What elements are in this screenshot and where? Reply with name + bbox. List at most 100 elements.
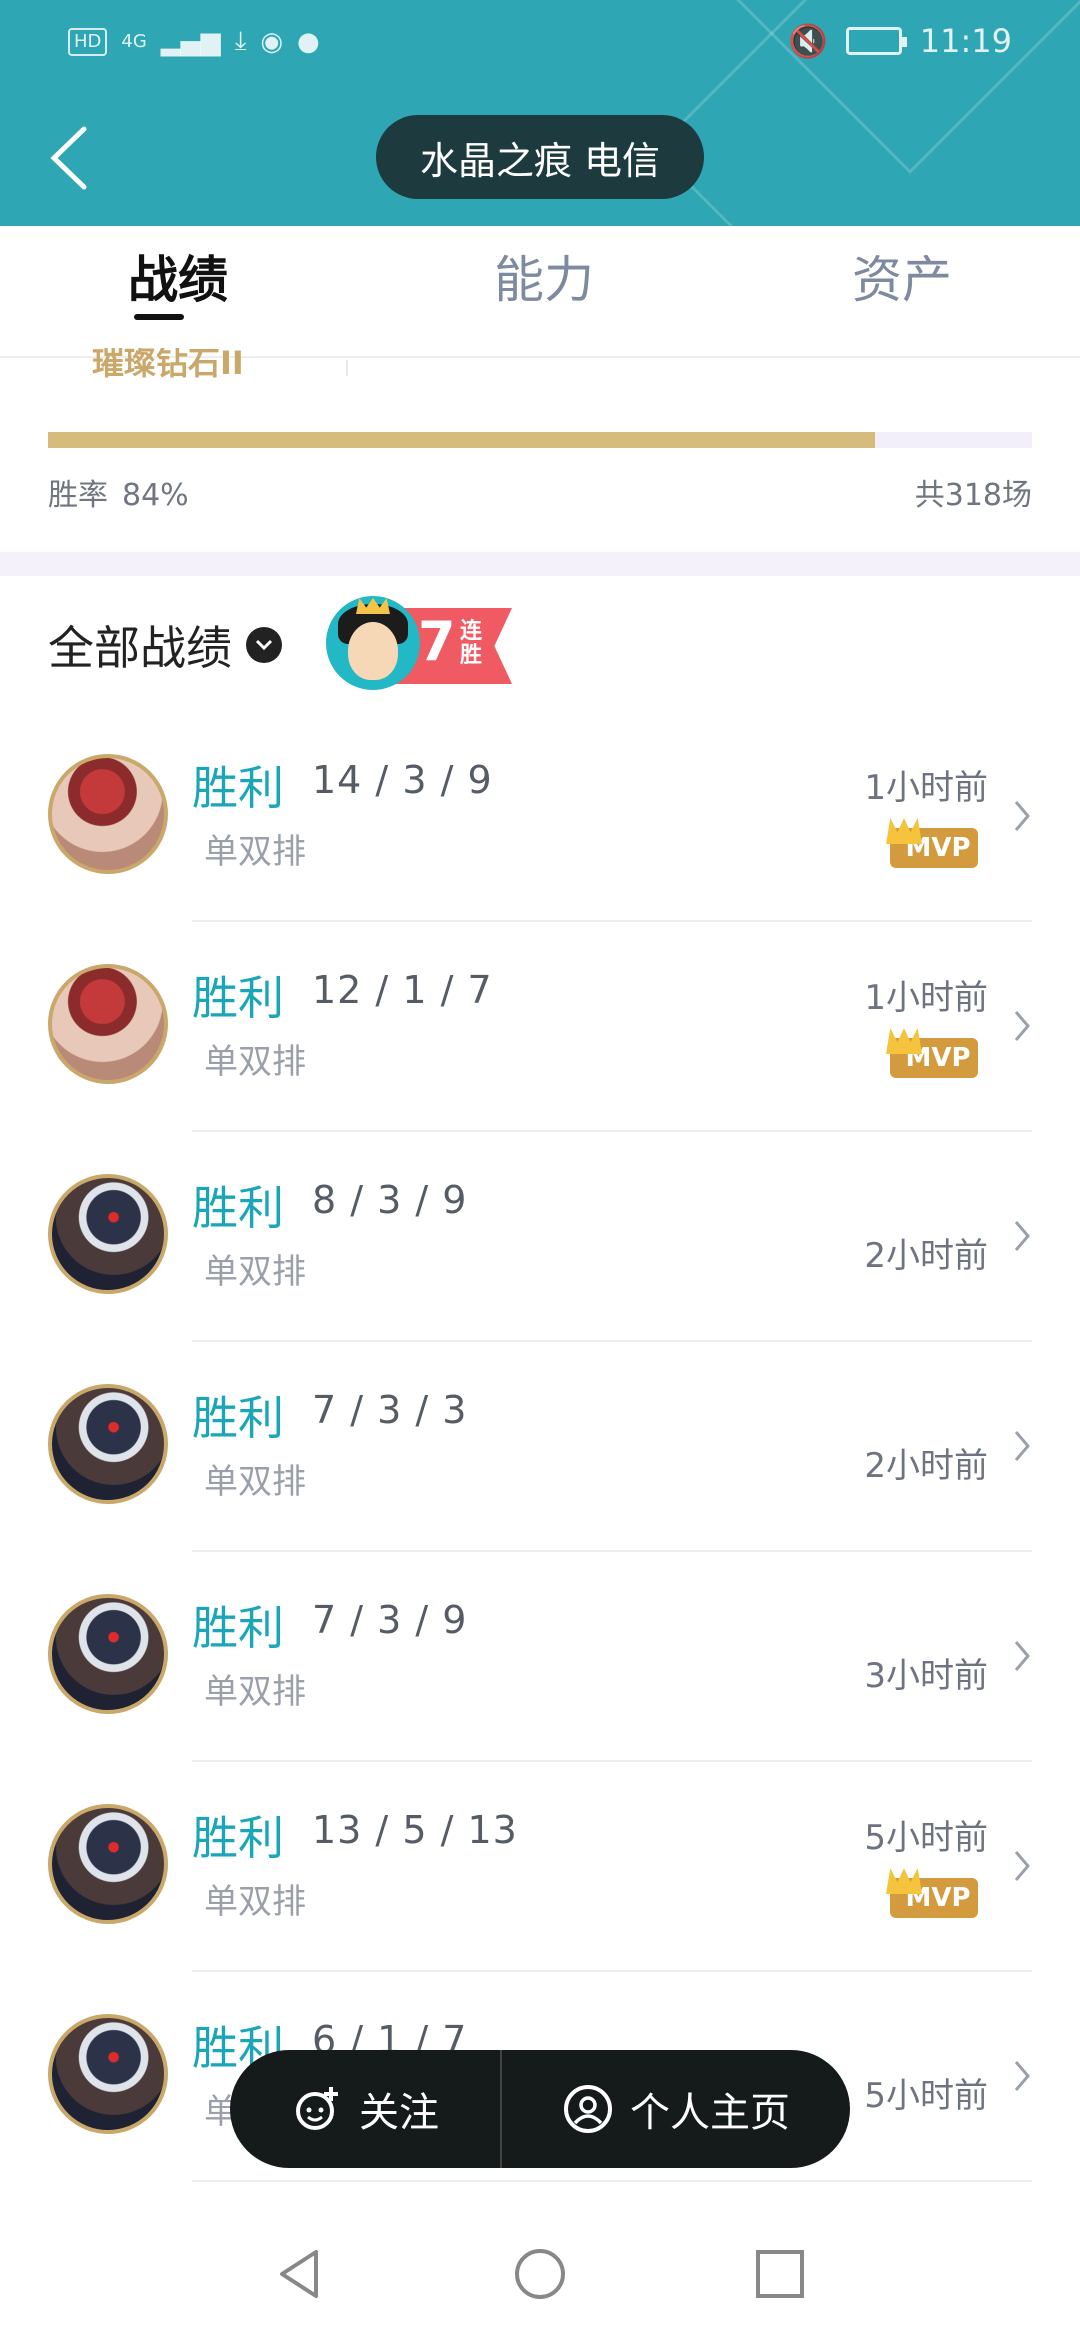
follow-button[interactable]: 关注 [230,2050,500,2168]
profile-icon [564,2085,612,2133]
tab-records[interactable]: 战绩 [128,240,228,312]
profile-button[interactable]: 个人主页 [502,2050,850,2168]
match-row[interactable]: 胜利 7 / 3 / 9 单双排 3小时前 [0,1552,1080,1762]
streak-mascot-icon [326,596,420,690]
streak-count: 7 [418,610,456,673]
chevron-right-icon [1014,2061,1030,2091]
match-kda: 7 / 3 / 9 [312,1598,468,1642]
match-row[interactable]: 胜利 13 / 5 / 13 单双排 5小时前 MVP [0,1762,1080,1972]
match-mode: 单双排 [204,1042,306,1082]
nav-recents-button[interactable] [750,2244,810,2304]
match-result: 胜利 [192,971,284,1025]
match-row[interactable]: 胜利 14 / 3 / 9 单双排 1小时前 MVP [0,712,1080,922]
match-kda: 8 / 3 / 9 [312,1178,468,1222]
win-rate-text: 胜率 84% [48,470,189,514]
match-kda: 14 / 3 / 9 [312,758,493,802]
champion-avatar [48,754,168,874]
champion-avatar [48,1384,168,1504]
match-time: 5小时前 [864,1818,988,1858]
match-mode: 单双排 [204,1882,306,1922]
chevron-right-icon [1014,1431,1030,1461]
download-icon: ⤓ [234,26,247,56]
signal-icon: ▂▄▆ [160,26,221,57]
triangle-back-icon [280,2250,318,2298]
match-mode: 单双排 [204,1672,306,1712]
champion-avatar [48,1804,168,1924]
active-tab-indicator [134,314,184,320]
match-row[interactable]: 胜利 7 / 3 / 3 单双排 2小时前 [0,1342,1080,1552]
add-friend-icon [296,2087,338,2130]
app-notification-icon: ◉ [260,26,283,57]
win-rate-bar-fill [48,432,875,448]
status-left-icons: HD 4G ▂▄▆ ⤓ ◉ ● [68,26,320,57]
nav-back-button[interactable] [270,2244,330,2304]
floating-action-bar: 关注 个人主页 [230,2050,850,2168]
match-mode: 单双排 [204,1252,306,1292]
match-kda: 7 / 3 / 3 [312,1388,468,1432]
section-separator [0,552,1080,576]
tab-ability[interactable]: 能力 [494,240,594,312]
match-time: 2小时前 [864,1236,988,1276]
mvp-badge: MVP [886,818,978,868]
champion-avatar [48,964,168,1084]
tab-assets[interactable]: 资产 [852,240,952,312]
back-arrow-icon [50,126,87,190]
match-list: 胜利 14 / 3 / 9 单双排 1小时前 MVP 胜利 12 / 1 / 7 单双排 1小时… [0,712,1080,2182]
network-type: 4G [121,31,147,52]
match-result: 胜利 [192,761,284,815]
battery-icon [845,27,907,55]
chevron-right-icon [1014,1221,1030,1251]
row-divider [192,2180,1032,2182]
match-row[interactable]: 胜利 12 / 1 / 7 单双排 1小时前 MVP [0,922,1080,1132]
win-streak-badge: 7 连胜 [326,596,512,690]
crown-icon [886,818,922,844]
match-time: 1小时前 [864,978,988,1018]
tab-bar: 战绩 能力 资产 [0,226,1080,358]
match-kda: 12 / 1 / 7 [312,968,493,1012]
match-kda: 13 / 5 / 13 [312,1808,518,1852]
champion-avatar [48,1594,168,1714]
streak-text: 连胜 [460,619,483,668]
match-result: 胜利 [192,1391,284,1445]
champion-avatar [48,2014,168,2134]
match-time: 2小时前 [864,1446,988,1486]
back-button[interactable] [38,118,98,198]
crown-icon [886,1868,922,1894]
nav-home-button[interactable] [510,2244,570,2304]
profile-label: 个人主页 [630,2090,790,2136]
match-result: 胜利 [192,1181,284,1235]
chevron-down-icon [246,627,282,663]
match-time: 1小时前 [864,768,988,808]
win-rate-bar [48,432,1032,448]
champion-avatar [48,1174,168,1294]
filter-label: 全部战绩 [48,621,232,675]
follow-label: 关注 [359,2090,439,2136]
page-title[interactable]: 水晶之痕 电信 [376,115,704,199]
win-rate-label: 胜率 [48,478,108,513]
system-navigation-bar [0,2200,1080,2340]
records-filter-dropdown[interactable]: 全部战绩 [48,612,282,678]
circle-home-icon [515,2249,565,2299]
match-mode: 单双排 [204,832,306,872]
match-result: 胜利 [192,1601,284,1655]
mvp-badge: MVP [886,1028,978,1078]
crown-icon [886,1028,922,1054]
match-mode: 单双排 [204,1462,306,1502]
total-games: 共318场 [914,478,1032,513]
chevron-right-icon [1014,1011,1030,1041]
clock: 11:19 [919,22,1012,60]
app-notification-icon-2: ● [297,26,320,57]
mvp-badge: MVP [886,1868,978,1918]
mute-icon: 🔇 [787,22,828,60]
match-row[interactable]: 胜利 8 / 3 / 9 单双排 2小时前 [0,1132,1080,1342]
chevron-right-icon [1014,1851,1030,1881]
chevron-right-icon [1014,1641,1030,1671]
match-time: 5小时前 [864,2076,988,2116]
match-time: 3小时前 [864,1656,988,1696]
chevron-right-icon [1014,801,1030,831]
status-right-icons: 🔇 11:19 [788,22,1012,60]
rank-label: 璀璨钻石II [92,348,244,382]
rank-divider [346,360,348,376]
match-result: 胜利 [192,1811,284,1865]
app-header: HD 4G ▂▄▆ ⤓ ◉ ● 🔇 11:19 水晶之痕 电信 [0,0,1080,226]
